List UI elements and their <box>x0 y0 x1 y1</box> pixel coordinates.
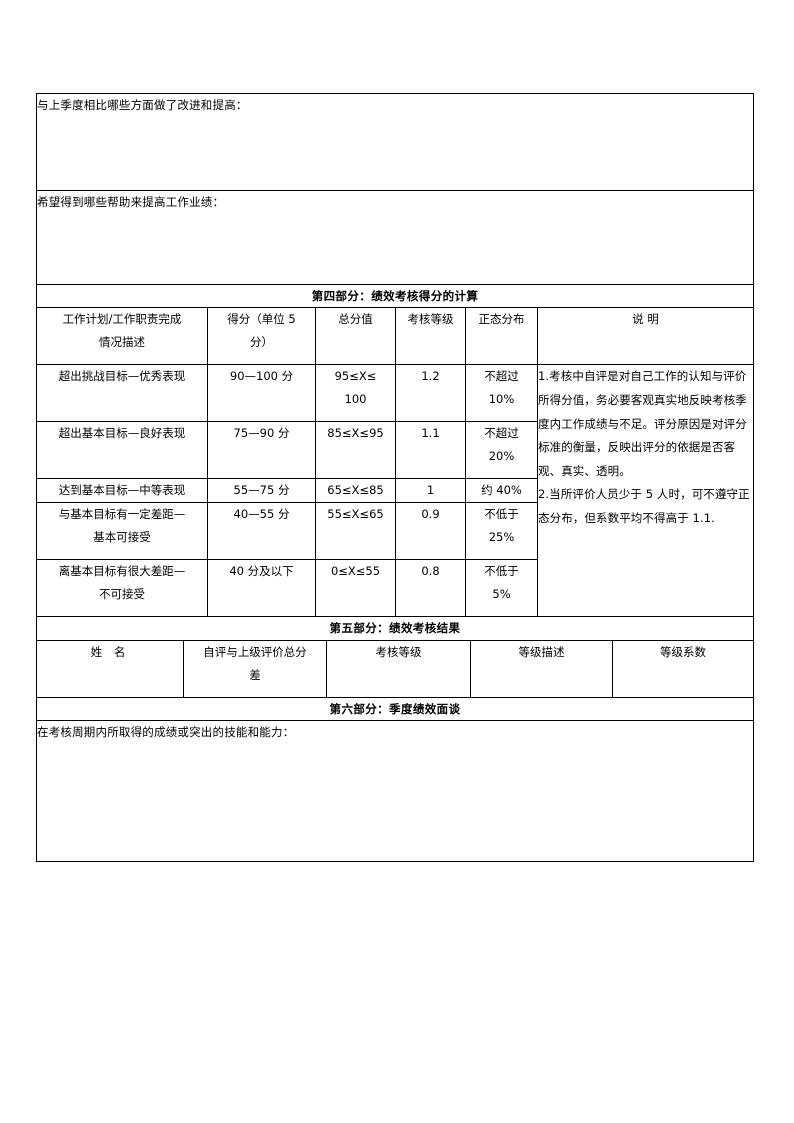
row-score: 90—100 分 <box>207 364 316 423</box>
column-header-score: 得分（单位 5 分） <box>207 307 316 366</box>
row-score: 75—90 分 <box>207 421 316 480</box>
results-column-name: 姓 名 <box>36 639 184 698</box>
support-question-cell[interactable]: 希望得到哪些帮助来提高工作业绩： <box>35 190 755 285</box>
row-distribution: 不低于 5% <box>465 559 538 618</box>
row-description: 超出基本目标—良好表现 <box>36 421 208 480</box>
appraisal-form-table: 与上季度相比哪些方面做了改进和提高： 希望得到哪些帮助来提高工作业绩： 第四部分… <box>35 93 755 641</box>
column-header-distribution: 正态分布 <box>465 307 538 366</box>
scoring-note-paragraph-2: 2.当所评价人员少于 5 人时，可不遵守正态分布，但系数平均不得高于 1.1. <box>538 487 750 525</box>
row-total-line1: 55≤X≤65 <box>327 507 384 522</box>
improvement-question-row: 与上季度相比哪些方面做了改进和提高： <box>35 93 755 191</box>
row-total-line2: 100 <box>344 392 367 407</box>
column-header-description-line2: 情况描述 <box>99 335 145 350</box>
scoring-note-paragraph-1: 1.考核中自评是对自己工作的认知与评价所得分值，务必要客观真实地反映考核季度内工… <box>538 369 747 478</box>
section4-header-row: 工作计划/工作职责完成 情况描述 得分（单位 5 分） 总分值 考核等级 正态分… <box>36 307 755 366</box>
section4-banner-row: 第四部分：绩效考核得分的计算 <box>35 283 755 309</box>
row-total: 95≤X≤ 100 <box>315 364 396 423</box>
row-grade: 0.9 <box>395 502 466 561</box>
row-distribution-line2: 25% <box>488 530 515 545</box>
support-question-label: 希望得到哪些帮助来提高工作业绩： <box>37 195 225 209</box>
column-header-description: 工作计划/工作职责完成 情况描述 <box>36 307 208 366</box>
row-grade: 1 <box>395 478 466 504</box>
column-header-description-line1: 工作计划/工作职责完成 <box>62 312 182 327</box>
row-distribution: 不超过 20% <box>465 421 538 480</box>
row-total: 0≤X≤55 <box>315 559 396 618</box>
interview-question-label: 在考核周期内所取得的成绩或突出的技能和能力： <box>37 725 295 740</box>
section6-title: 第六部分：季度绩效面谈 <box>36 696 754 722</box>
row-distribution: 约 40% <box>465 478 538 504</box>
row-distribution-line2: 5% <box>492 587 511 602</box>
row-total: 85≤X≤95 <box>315 421 396 480</box>
row-total-line1: 0≤X≤55 <box>330 564 381 579</box>
row-total-line1: 95≤X≤ <box>334 369 377 384</box>
column-header-score-line1: 得分（单位 5 <box>227 312 296 327</box>
results-column-coefficient: 等级系数 <box>612 639 754 698</box>
column-header-score-line2: 分） <box>250 335 273 350</box>
row-total: 55≤X≤65 <box>315 502 396 561</box>
row-grade: 1.1 <box>395 421 466 480</box>
row-distribution-line1: 不超过 <box>484 369 519 384</box>
column-header-total: 总分值 <box>315 307 396 366</box>
row-score: 40—55 分 <box>207 502 316 561</box>
results-column-grade: 考核等级 <box>326 639 471 698</box>
row-distribution-line2: 20% <box>488 449 515 464</box>
row-distribution-line2: 10% <box>488 392 515 407</box>
results-column-name-label: 姓 名 <box>90 644 130 659</box>
results-header-row: 姓 名 自评与上级评价总分 差 考核等级 等级描述 等级系数 <box>36 639 754 698</box>
section6-answer-row: 在考核周期内所取得的成绩或突出的技能和能力： <box>36 720 754 863</box>
row-description: 离基本目标有很大差距— 不可接受 <box>36 559 208 618</box>
section5-banner-row: 第五部分：绩效考核结果 <box>35 616 755 641</box>
row-total-line1: 85≤X≤95 <box>327 426 384 441</box>
appraisal-form-page: 与上季度相比哪些方面做了改进和提高： 希望得到哪些帮助来提高工作业绩： 第四部分… <box>35 93 755 863</box>
row-distribution: 不低于 25% <box>465 502 538 561</box>
column-header-grade: 考核等级 <box>395 307 466 366</box>
row-description-line1: 超出挑战目标—优秀表现 <box>58 369 186 384</box>
table-row: 超出挑战目标—优秀表现 90—100 分 95≤X≤ 100 1.2 不超过 1… <box>36 364 755 618</box>
interview-question-cell[interactable]: 在考核周期内所取得的成绩或突出的技能和能力： <box>36 720 754 863</box>
results-column-score-gap-line2: 差 <box>249 667 261 682</box>
row-description: 超出挑战目标—优秀表现 <box>36 364 208 423</box>
results-column-grade-description: 等级描述 <box>470 639 613 698</box>
row-distribution-line1: 不低于 <box>484 564 519 579</box>
column-header-note: 说 明 <box>536 307 755 366</box>
interview-table: 第六部分：季度绩效面谈 在考核周期内所取得的成绩或突出的技能和能力： <box>36 696 754 863</box>
row-distribution: 不超过 10% <box>465 364 538 423</box>
row-score: 55—75 分 <box>207 478 316 504</box>
section5-title: 第五部分：绩效考核结果 <box>35 616 755 641</box>
section4-title: 第四部分：绩效考核得分的计算 <box>35 283 755 309</box>
row-description-line1: 超出基本目标—良好表现 <box>58 426 186 441</box>
row-description-line1: 达到基本目标—中等表现 <box>58 483 186 498</box>
row-distribution-line1: 不超过 <box>484 426 519 441</box>
results-table: 姓 名 自评与上级评价总分 差 考核等级 等级描述 等级系数 <box>36 639 754 698</box>
row-distribution-line1: 不低于 <box>484 507 519 522</box>
row-grade: 0.8 <box>395 559 466 618</box>
improvement-question-cell[interactable]: 与上季度相比哪些方面做了改进和提高： <box>35 93 755 191</box>
row-score: 40 分及以下 <box>207 559 316 618</box>
row-description-line2: 不可接受 <box>99 587 145 602</box>
results-column-score-gap-line1: 自评与上级评价总分 <box>203 644 307 659</box>
row-description-line2: 基本可接受 <box>93 530 151 545</box>
section6-banner-row: 第六部分：季度绩效面谈 <box>36 696 754 722</box>
row-description: 与基本目标有一定差距— 基本可接受 <box>36 502 208 561</box>
row-grade: 1.2 <box>395 364 466 423</box>
improvement-question-label: 与上季度相比哪些方面做了改进和提高： <box>37 98 248 112</box>
support-question-row: 希望得到哪些帮助来提高工作业绩： <box>35 190 755 285</box>
row-description: 达到基本目标—中等表现 <box>36 478 208 504</box>
scoring-note-cell: 1.考核中自评是对自己工作的认知与评价所得分值，务必要客观真实地反映考核季度内工… <box>536 364 755 618</box>
results-column-score-gap: 自评与上级评价总分 差 <box>183 639 327 698</box>
row-description-line1: 与基本目标有一定差距— <box>58 507 186 522</box>
row-total: 65≤X≤85 <box>315 478 396 504</box>
row-description-line1: 离基本目标有很大差距— <box>58 564 186 579</box>
